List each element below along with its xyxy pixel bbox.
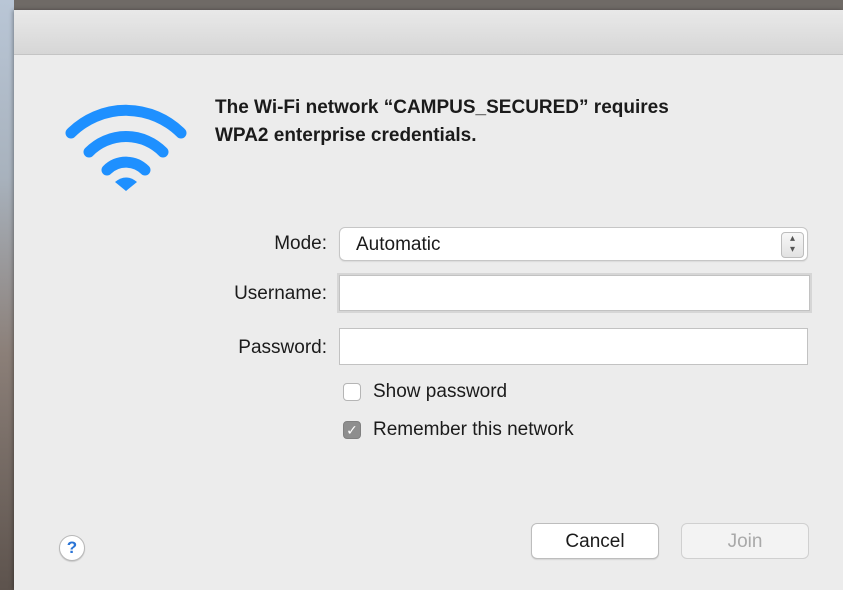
- password-label: Password:: [238, 337, 327, 358]
- dialog-heading: The Wi-Fi network “CAMPUS_SECURED” requi…: [215, 94, 835, 150]
- wifi-icon: [65, 104, 187, 191]
- heading-line-2: WPA2 enterprise credentials.: [215, 125, 477, 146]
- cancel-button[interactable]: Cancel: [531, 523, 659, 559]
- username-label: Username:: [234, 283, 327, 304]
- username-field[interactable]: [339, 275, 810, 311]
- help-button[interactable]: ?: [59, 535, 85, 561]
- show-password-box[interactable]: [343, 383, 361, 401]
- mode-label: Mode:: [274, 233, 327, 254]
- mode-select-value: Automatic: [356, 234, 441, 255]
- remember-network-box[interactable]: ✓: [343, 421, 361, 439]
- wifi-credentials-dialog: The Wi-Fi network “CAMPUS_SECURED” requi…: [14, 10, 843, 590]
- show-password-label[interactable]: Show password: [373, 381, 507, 403]
- remember-network-label[interactable]: Remember this network: [373, 419, 574, 441]
- select-stepper-icon: ▴ ▾: [781, 232, 804, 258]
- password-field[interactable]: [339, 328, 808, 365]
- dialog-titlebar: [14, 10, 843, 55]
- mode-select[interactable]: Automatic ▴ ▾: [339, 227, 808, 261]
- join-button[interactable]: Join: [681, 523, 809, 559]
- desktop-background: [0, 0, 14, 590]
- heading-line-1: The Wi-Fi network “CAMPUS_SECURED” requi…: [215, 97, 669, 118]
